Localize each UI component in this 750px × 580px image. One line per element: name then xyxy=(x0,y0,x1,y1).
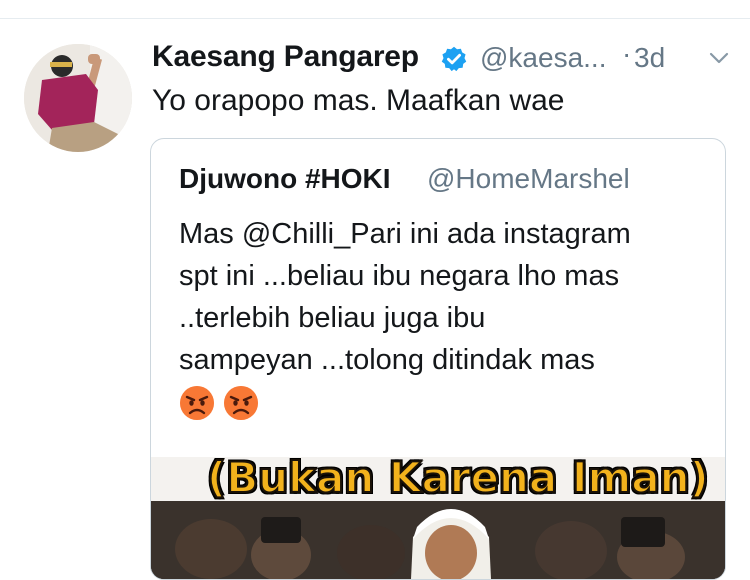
meme-caption: (Bukan Karena Iman) xyxy=(206,457,710,503)
separator-dot: · xyxy=(622,38,632,69)
quoted-text-line: spt ini ...beliau ibu negara lho mas xyxy=(179,260,620,292)
display-name[interactable]: Kaesang Pangarep xyxy=(152,40,419,74)
timestamp[interactable]: 3d xyxy=(634,42,665,74)
top-divider xyxy=(0,18,750,19)
user-handle[interactable]: @kaesa... xyxy=(480,42,606,74)
tweet-header: Kaesang Pangarep @kaesa... · 3d xyxy=(152,38,742,78)
verified-badge-icon xyxy=(441,46,467,72)
quoted-text-line: Mas @Chilli_Pari ini ada instagram xyxy=(179,218,631,250)
quoted-media-image[interactable]: (Bukan Karena Iman) xyxy=(151,457,725,579)
quoted-display-name: Djuwono #HOKI xyxy=(179,163,391,194)
avatar-photo xyxy=(24,44,132,152)
avatar[interactable] xyxy=(24,44,132,152)
quoted-tweet-card[interactable]: Djuwono #HOKI @HomeMarshel Mas @Chilli_P… xyxy=(150,138,726,580)
tweet-text: Yo orapopo mas. Maafkan wae xyxy=(152,84,565,117)
quoted-tweet-text: Mas @Chilli_Pari ini ada instagram spt i… xyxy=(179,213,709,381)
angry-face-icon xyxy=(224,386,259,420)
quoted-text-line: ..terlebih beliau juga ibu xyxy=(179,302,486,334)
quoted-text-line: sampeyan ...tolong ditindak mas xyxy=(179,344,595,376)
angry-face-icon xyxy=(180,386,214,420)
emoji-row xyxy=(179,385,263,425)
quoted-user-handle: @HomeMarshel xyxy=(427,163,630,194)
chevron-down-icon[interactable] xyxy=(708,50,730,66)
